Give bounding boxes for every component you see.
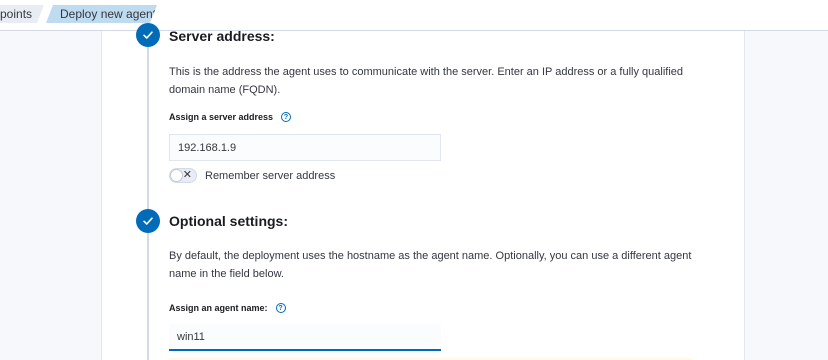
steps-connector-line bbox=[147, 31, 149, 360]
step-title-server-address: Server address: bbox=[169, 28, 275, 44]
server-address-label: Assign a server address ? bbox=[169, 111, 292, 123]
question-circle-icon[interactable]: ? bbox=[275, 303, 286, 313]
agent-name-label-text: Assign an agent name: bbox=[169, 303, 268, 313]
breadcrumb-item-deploy-new-agent[interactable]: Deploy new agent bbox=[46, 5, 157, 23]
agent-name-label: Assign an agent name: ? bbox=[169, 302, 286, 314]
breadcrumb-bar: points Deploy new agent bbox=[0, 0, 828, 31]
cross-icon: ✕ bbox=[182, 169, 192, 181]
toggle-knob bbox=[170, 169, 183, 182]
remember-server-address-toggle[interactable]: ✕ bbox=[169, 168, 197, 183]
step-complete-check-icon bbox=[136, 209, 160, 233]
step-description-optional-settings: By default, the deployment uses the host… bbox=[169, 250, 692, 280]
agent-name-input[interactable] bbox=[169, 324, 441, 351]
deploy-agent-panel: Server address: This is the address the … bbox=[101, 23, 745, 360]
breadcrumb-item-endpoints[interactable]: points bbox=[0, 5, 44, 23]
question-circle-icon[interactable]: ? bbox=[281, 112, 292, 122]
step-title-optional-settings: Optional settings: bbox=[169, 213, 288, 229]
server-address-input[interactable] bbox=[169, 134, 441, 161]
server-address-label-text: Assign a server address bbox=[169, 112, 274, 122]
step-description-server-address: This is the address the agent uses to co… bbox=[169, 66, 684, 96]
remember-server-address-label: Remember server address bbox=[205, 169, 336, 182]
step-complete-check-icon bbox=[136, 23, 160, 47]
remember-server-toggle-row: ✕ Remember server address bbox=[169, 167, 335, 184]
